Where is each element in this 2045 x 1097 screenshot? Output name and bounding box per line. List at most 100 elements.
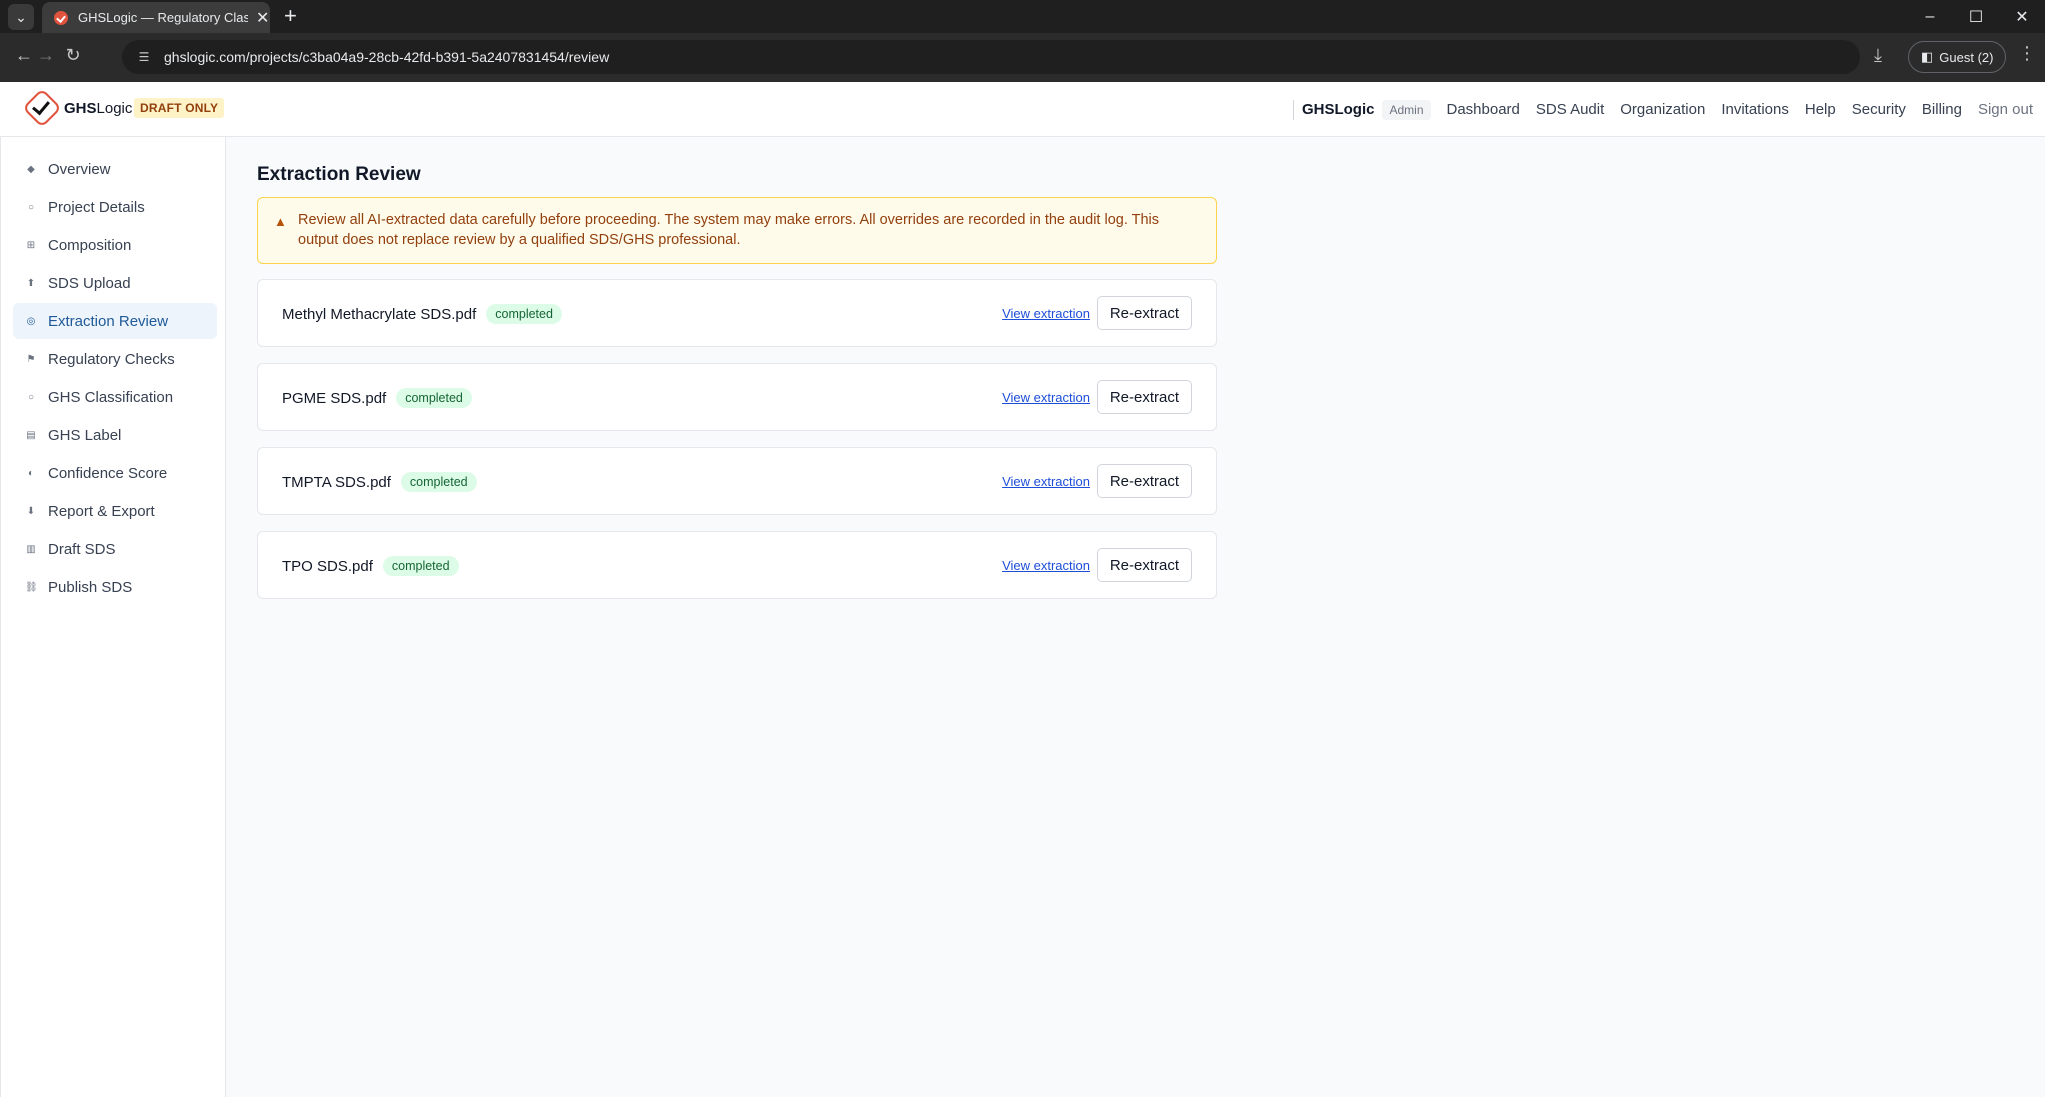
file-card: TPO SDS.pdf completed View extraction Re-ex…: [257, 531, 1217, 599]
sidebar-item-label: Publish SDS: [48, 578, 133, 596]
view-extraction-link[interactable]: View extraction: [1002, 306, 1090, 321]
grid-icon: ⊞: [26, 239, 36, 251]
circle-icon: ○: [27, 391, 35, 403]
file-name-text: TPO SDS.pdf: [282, 558, 373, 575]
status-badge: completed: [396, 388, 472, 408]
sidebar-item-label: Confidence Score: [48, 464, 168, 482]
new-tab-button[interactable]: +: [284, 3, 297, 29]
label-icon: ▤: [26, 429, 36, 441]
re-extract-button[interactable]: Re-extract: [1096, 296, 1192, 330]
status-badge: completed: [486, 304, 562, 324]
sidebar-item-report-export[interactable]: ⬇ Report & Export: [13, 493, 217, 529]
sidebar-item-label: SDS Upload: [48, 274, 131, 292]
sidebar-item-overview[interactable]: ◆ Overview: [13, 151, 217, 187]
export-icon: ⬇: [26, 505, 36, 517]
reload-icon[interactable]: ↻: [61, 45, 85, 66]
file-name: TPO SDS.pdf completed: [282, 556, 459, 576]
review-icon: ◎: [26, 315, 36, 327]
chevron-down-icon: ⌄: [15, 8, 27, 25]
close-window-icon[interactable]: ✕: [1999, 0, 2045, 33]
sidebar-item-draft-sds[interactable]: ▥ Draft SDS: [13, 531, 217, 567]
file-name-text: PGME SDS.pdf: [282, 390, 387, 407]
sidebar-item-label: Extraction Review: [48, 312, 169, 330]
warning-icon: ▲: [274, 214, 287, 229]
nav-dashboard[interactable]: Dashboard: [1447, 101, 1520, 118]
sidebar: ◆ Overview ○ Project Details ⊞ Composition ⬆ SD…: [0, 137, 226, 1097]
file-name: PGME SDS.pdf completed: [282, 388, 472, 408]
url-text[interactable]: ghslogic.com/projects/c3ba04a9-28cb-42fd…: [164, 49, 609, 65]
upload-icon: ⬆: [26, 277, 36, 289]
file-name: TMPTA SDS.pdf completed: [282, 472, 477, 492]
sidebar-item-label: Overview: [48, 160, 111, 178]
sidebar-item-regulatory-checks[interactable]: ⚑ Regulatory Checks: [13, 341, 217, 377]
close-tab-icon[interactable]: ✕: [256, 8, 269, 28]
flag-icon: ⚑: [26, 353, 36, 365]
sidebar-item-extraction-review[interactable]: ◎ Extraction Review: [13, 303, 217, 339]
sidebar-item-confidence-score[interactable]: ◐ Confidence Score: [13, 455, 217, 491]
org-name: GHSLogic: [1301, 101, 1375, 118]
file-card: Methyl Methacrylate SDS.pdf completed View…: [257, 279, 1217, 347]
file-name-text: Methyl Methacrylate SDS.pdf: [282, 306, 477, 323]
sidebar-item-label: Composition: [48, 236, 132, 254]
sidebar-item-project-details[interactable]: ○ Project Details: [13, 189, 217, 225]
link-icon: ⛓: [25, 581, 38, 593]
sidebar-item-ghs-label[interactable]: ▤ GHS Label: [13, 417, 217, 453]
nav-help[interactable]: Help: [1805, 101, 1836, 118]
site-info-icon[interactable]: ☰: [132, 45, 156, 69]
browser-menu-icon[interactable]: ⋮: [2018, 43, 2036, 64]
nav-security[interactable]: Security: [1852, 101, 1906, 118]
sidebar-item-label: Project Details: [48, 198, 145, 216]
ai-warning-banner: ▲ Review all AI-extracted data carefully…: [257, 197, 1217, 264]
maximize-icon[interactable]: ☐: [1953, 0, 1999, 33]
tab-search-button[interactable]: ⌄: [8, 4, 34, 30]
sidebar-item-composition[interactable]: ⊞ Composition: [13, 227, 217, 263]
sidebar-item-label: Report & Export: [48, 502, 155, 520]
role-badge: Admin: [1382, 99, 1431, 120]
sidebar-item-label: GHS Classification: [48, 388, 174, 406]
sidebar-item-sds-upload[interactable]: ⬆ SDS Upload: [13, 265, 217, 301]
profile-label: Guest (2): [1939, 49, 1994, 65]
browser-tab[interactable]: GHSLogic — Regulatory Classifi ✕: [42, 2, 270, 33]
view-extraction-link[interactable]: View extraction: [1002, 558, 1090, 573]
header-nav: GHSLogic Admin Dashboard SDS Audit Organ…: [1292, 82, 2033, 137]
tab-title: GHSLogic — Regulatory Classifi: [78, 10, 248, 25]
warning-text: Review all AI-extracted data carefully b…: [298, 212, 1160, 248]
favicon-icon: [54, 10, 68, 25]
re-extract-button[interactable]: Re-extract: [1096, 464, 1192, 498]
download-icon[interactable]: ⤓: [1874, 45, 1882, 66]
page-title: Extraction Review: [257, 164, 421, 185]
sidebar-item-publish-sds[interactable]: ⛓ Publish SDS: [13, 569, 217, 605]
half-circle-icon: ◐: [27, 467, 35, 479]
nav-sds-audit[interactable]: SDS Audit: [1536, 101, 1604, 118]
profile-icon: ◧: [1921, 49, 1934, 64]
status-badge: completed: [382, 556, 459, 576]
file-card: TMPTA SDS.pdf completed View extraction Re-…: [257, 447, 1217, 515]
app-header: GHSLogic DRAFT ONLY GHSLogic Admin Dashb…: [0, 82, 2045, 137]
browser-tab-bar: ⌄ GHSLogic — Regulatory Classifi ✕ + – ☐…: [0, 0, 2045, 33]
view-extraction-link[interactable]: View extraction: [1002, 474, 1090, 489]
nav-billing[interactable]: Billing: [1922, 101, 1962, 118]
nav-invitations[interactable]: Invitations: [1721, 101, 1789, 118]
window-controls: – ☐ ✕: [1907, 0, 2045, 33]
address-bar[interactable]: ☰ ghslogic.com/projects/c3ba04a9-28cb-42…: [122, 40, 1860, 74]
minimize-icon[interactable]: –: [1907, 0, 1953, 33]
view-extraction-link[interactable]: View extraction: [1002, 390, 1090, 405]
brand-name[interactable]: GHSLogic: [64, 100, 132, 117]
status-badge: completed: [400, 472, 477, 492]
browser-toolbar: ← → ↻ ☰ ghslogic.com/projects/c3ba04a9-2…: [0, 33, 2045, 82]
nav-sign-out[interactable]: Sign out: [1978, 101, 2033, 118]
re-extract-button[interactable]: Re-extract: [1096, 548, 1192, 582]
draft-badge: DRAFT ONLY: [134, 98, 225, 118]
document-icon: ▥: [26, 543, 36, 555]
forward-icon[interactable]: →: [34, 45, 58, 66]
diamond-icon: ◆: [27, 163, 35, 175]
sidebar-item-label: Regulatory Checks: [48, 350, 175, 368]
back-icon[interactable]: ←: [12, 45, 36, 66]
nav-organization[interactable]: Organization: [1620, 101, 1705, 118]
header-divider: [1292, 99, 1294, 120]
profile-button[interactable]: ◧ Guest (2): [1908, 41, 2007, 73]
sidebar-item-label: Draft SDS: [48, 540, 116, 558]
sidebar-item-ghs-classification[interactable]: ○ GHS Classification: [13, 379, 217, 415]
file-card: PGME SDS.pdf completed View extraction Re-e…: [257, 363, 1217, 431]
re-extract-button[interactable]: Re-extract: [1096, 380, 1192, 414]
